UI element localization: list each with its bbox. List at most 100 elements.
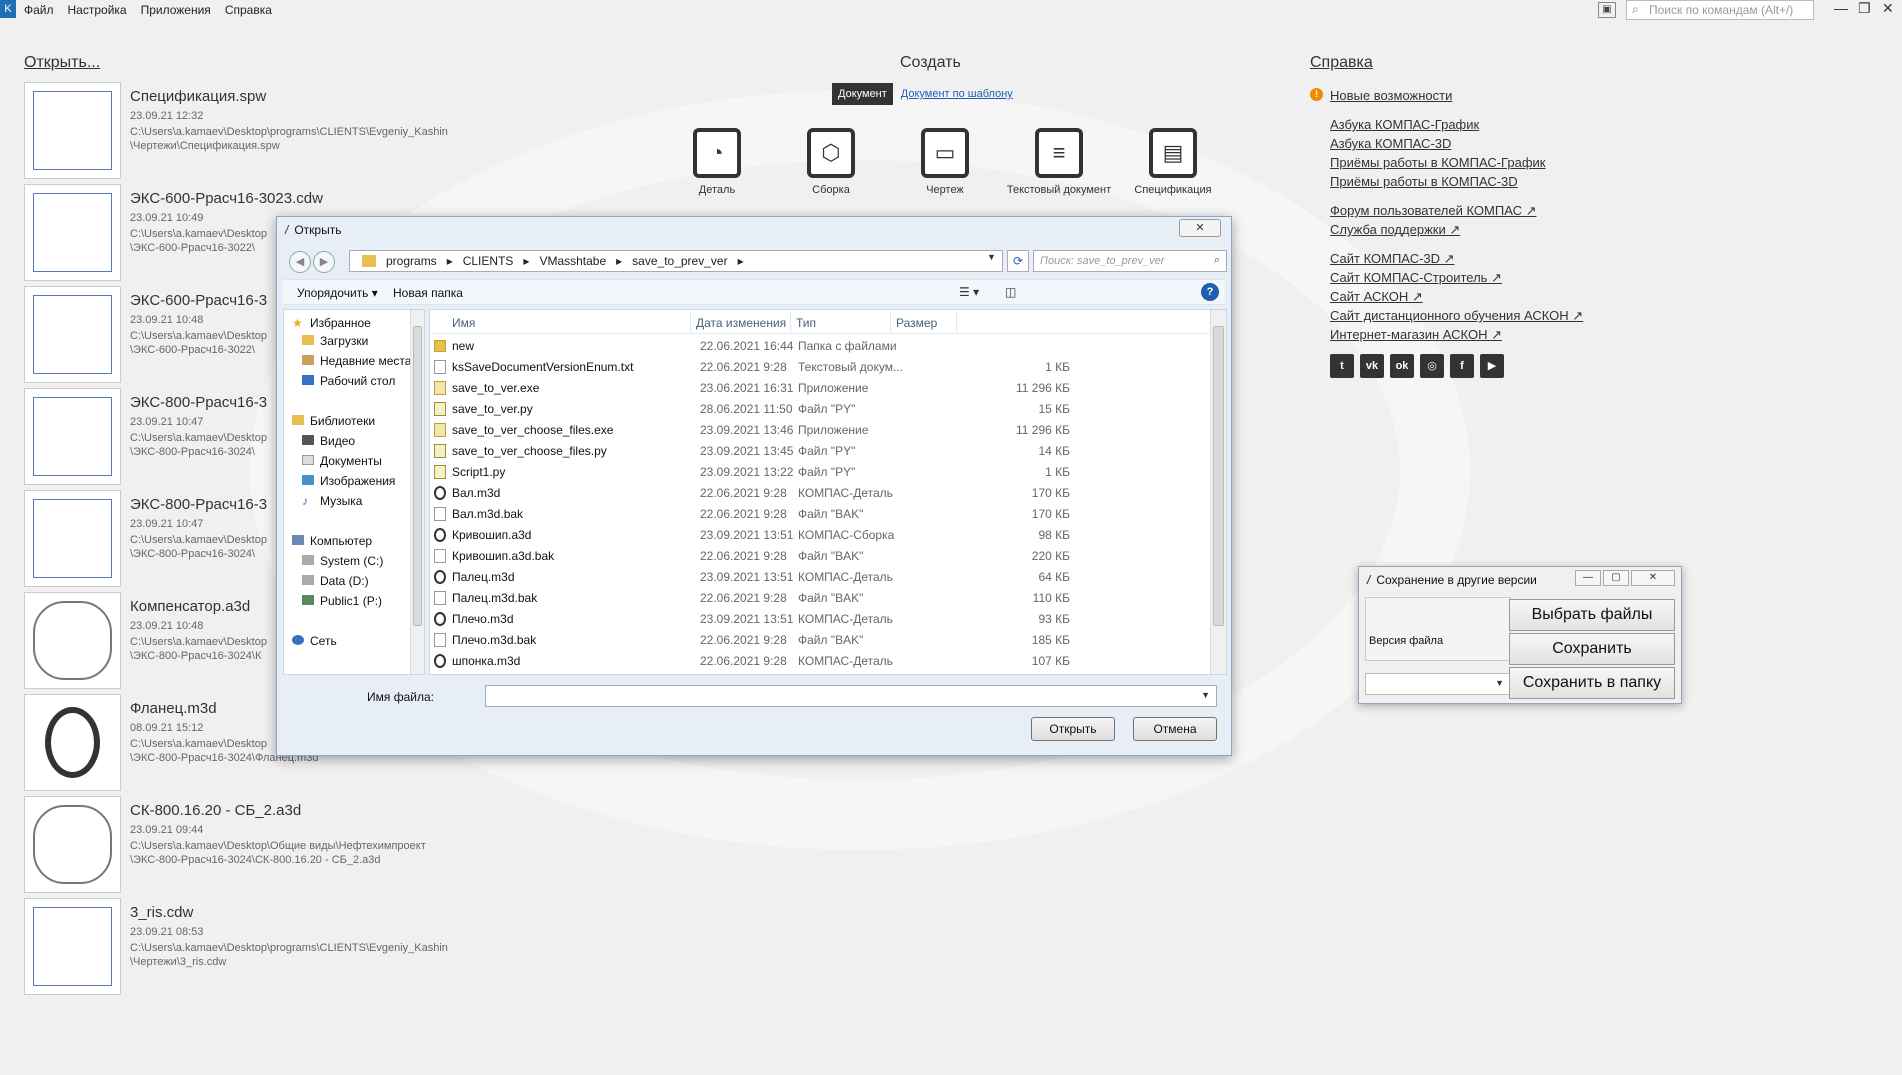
- file-row[interactable]: Вал.m3d 22.06.2021 9:28 КОМПАС-Деталь 170 К…: [430, 483, 1210, 504]
- help-link[interactable]: Азбука КОМПАС-3D: [1330, 134, 1583, 153]
- create-part-button[interactable]: ◔ Деталь: [660, 128, 774, 196]
- minimize-icon[interactable]: —: [1575, 570, 1601, 586]
- file-list-scrollbar[interactable]: [1210, 310, 1226, 674]
- tree-item-music[interactable]: ♪ Музыка: [302, 494, 362, 508]
- breadcrumb-item[interactable]: save_to_prev_ver: [632, 254, 727, 271]
- tree-item-libraries[interactable]: Библиотеки: [292, 414, 375, 428]
- save-button[interactable]: Сохранить: [1509, 633, 1675, 665]
- help-link[interactable]: Сайт АСКОН ↗: [1330, 287, 1583, 306]
- screenshot-icon[interactable]: ▣: [1598, 2, 1616, 18]
- menu-applications[interactable]: Приложения: [141, 3, 211, 17]
- recent-file-item[interactable]: 3_ris.cdw 23.09.21 08:53 C:\Users\a.kama…: [24, 898, 464, 1000]
- tree-scrollbar[interactable]: [410, 310, 424, 674]
- close-icon[interactable]: ✕: [1882, 0, 1894, 17]
- chevron-down-icon[interactable]: ▼: [1201, 690, 1210, 700]
- tree-scrollbar-thumb[interactable]: [413, 326, 422, 626]
- file-row[interactable]: Кривошип.a3d.bak 22.06.2021 9:28 Файл "BAK…: [430, 546, 1210, 567]
- file-row[interactable]: шпонка.m3d 22.06.2021 9:28 КОМПАС-Деталь 10…: [430, 651, 1210, 672]
- help-link[interactable]: Интернет-магазин АСКОН ↗: [1330, 325, 1583, 344]
- organize-button[interactable]: Упорядочить ▾: [297, 286, 378, 300]
- menu-settings[interactable]: Настройка: [68, 3, 127, 17]
- file-row[interactable]: save_to_ver_choose_files.py 23.09.2021 13…: [430, 441, 1210, 462]
- help-link[interactable]: Приёмы работы в КОМПАС-График: [1330, 153, 1583, 172]
- file-row[interactable]: Плечо.m3d 23.09.2021 13:51 КОМПАС-Деталь 93…: [430, 609, 1210, 630]
- address-bar[interactable]: programs ▸ CLIENTS ▸ VMasshtabe ▸ save_to_p…: [349, 250, 1003, 272]
- help-link[interactable]: Сайт КОМПАС-3D ↗: [1330, 249, 1583, 268]
- help-section-title[interactable]: Справка: [1310, 54, 1373, 72]
- file-row[interactable]: save_to_ver.exe 23.06.2021 16:31 Приложени…: [430, 378, 1210, 399]
- file-row[interactable]: Script1.py 23.09.2021 13:22 Файл "PY" 1 КБ: [430, 462, 1210, 483]
- tree-item-network[interactable]: Сеть: [292, 634, 337, 648]
- help-link[interactable]: Азбука КОМПАС-График: [1330, 115, 1583, 134]
- column-type[interactable]: Тип: [796, 316, 816, 330]
- tab-document[interactable]: Документ: [832, 83, 893, 105]
- help-icon[interactable]: ?: [1201, 283, 1219, 301]
- tree-item-drive-d[interactable]: Data (D:): [302, 574, 369, 588]
- whats-new-link[interactable]: Новые возможности: [1330, 86, 1583, 105]
- tree-item-documents[interactable]: Документы: [302, 454, 382, 468]
- recent-file-item[interactable]: Спецификация.spw 23.09.21 12:32 C:\Users…: [24, 82, 464, 184]
- address-dropdown-icon[interactable]: ▼: [987, 252, 996, 262]
- tree-item-desktop[interactable]: Рабочий стол: [302, 374, 395, 388]
- chevron-down-icon[interactable]: ▼: [1495, 678, 1504, 688]
- version-select[interactable]: ▼: [1365, 673, 1511, 695]
- facebook-icon[interactable]: f: [1450, 354, 1474, 378]
- command-search-input[interactable]: ⌕ Поиск по командам (Alt+/): [1626, 0, 1814, 20]
- breadcrumb-item[interactable]: VMasshtabe: [539, 254, 606, 271]
- file-row[interactable]: ksSaveDocumentVersionEnum.txt 22.06.2021 …: [430, 357, 1210, 378]
- tab-document-from-template[interactable]: Документ по шаблону: [901, 88, 1013, 100]
- file-row[interactable]: Плечо.m3d.bak 22.06.2021 9:28 Файл "BAK" 18…: [430, 630, 1210, 651]
- create-drawing-button[interactable]: ▭ Чертеж: [888, 128, 1002, 196]
- folder-search-input[interactable]: Поиск: save_to_prev_ver ⌕: [1033, 250, 1227, 272]
- file-row[interactable]: Палец.m3d.bak 22.06.2021 9:28 Файл "BAK" 11…: [430, 588, 1210, 609]
- file-row[interactable]: save_to_ver_choose_files.exe 23.09.2021 1…: [430, 420, 1210, 441]
- save-to-folder-button[interactable]: Сохранить в папку: [1509, 667, 1675, 699]
- minimize-icon[interactable]: —: [1834, 0, 1848, 16]
- file-row[interactable]: Кривошип.a3d 23.09.2021 13:51 КОМПАС-Сборк…: [430, 525, 1210, 546]
- file-row[interactable]: Палец.m3d 23.09.2021 13:51 КОМПАС-Деталь 64…: [430, 567, 1210, 588]
- column-size[interactable]: Размер: [896, 316, 937, 330]
- help-link[interactable]: Сайт КОМПАС-Строитель ↗: [1330, 268, 1583, 287]
- dialog-close-button[interactable]: ✕: [1179, 219, 1221, 237]
- file-list-scrollbar-thumb[interactable]: [1213, 326, 1224, 626]
- column-name[interactable]: Имя: [452, 316, 475, 330]
- recent-file-item[interactable]: СК-800.16.20 - СБ_2.a3d 23.09.21 09:44 C…: [24, 796, 464, 898]
- cancel-button[interactable]: Отмена: [1133, 717, 1217, 741]
- preview-pane-icon[interactable]: ◫: [1005, 285, 1016, 299]
- odnoklassniki-icon[interactable]: ok: [1390, 354, 1414, 378]
- instagram-icon[interactable]: ◎: [1420, 354, 1444, 378]
- breadcrumb-item[interactable]: CLIENTS: [463, 254, 514, 271]
- open-section-title[interactable]: Открыть...: [24, 54, 100, 72]
- file-row[interactable]: Вал.m3d.bak 22.06.2021 9:28 Файл "BAK" 170 …: [430, 504, 1210, 525]
- menu-help[interactable]: Справка: [225, 3, 272, 17]
- create-specification-button[interactable]: ▤ Спецификация: [1116, 128, 1230, 196]
- file-row[interactable]: new 22.06.2021 16:44 Папка с файлами: [430, 336, 1210, 357]
- back-arrow-icon[interactable]: ◀: [289, 251, 311, 273]
- tree-item-computer[interactable]: Компьютер: [292, 534, 372, 548]
- breadcrumb-item[interactable]: programs: [386, 254, 437, 271]
- twitter-icon[interactable]: t: [1330, 354, 1354, 378]
- file-row[interactable]: save_to_ver.py 28.06.2021 11:50 Файл "PY" 1…: [430, 399, 1210, 420]
- help-link[interactable]: Форум пользователей КОМПАС ↗: [1330, 201, 1583, 220]
- view-options-icon[interactable]: ☰ ▾: [959, 285, 979, 299]
- new-folder-button[interactable]: Новая папка: [393, 286, 463, 300]
- app-logo-icon[interactable]: K: [0, 0, 16, 18]
- tree-item-drive-p[interactable]: Public1 (P:): [302, 594, 382, 608]
- create-assembly-button[interactable]: ⬡ Сборка: [774, 128, 888, 196]
- help-link[interactable]: Сайт дистанционного обучения АСКОН ↗: [1330, 306, 1583, 325]
- youtube-icon[interactable]: ▶: [1480, 354, 1504, 378]
- forward-arrow-icon[interactable]: ▶: [313, 251, 335, 273]
- close-icon[interactable]: ✕: [1631, 570, 1675, 586]
- tree-item-drive-c[interactable]: System (C:): [302, 554, 383, 568]
- create-text-document-button[interactable]: ≡ Текстовый документ: [1002, 128, 1116, 196]
- restore-icon[interactable]: ❐: [1858, 0, 1871, 17]
- refresh-icon[interactable]: ⟳: [1007, 250, 1029, 272]
- maximize-icon[interactable]: ▢: [1603, 570, 1629, 586]
- menu-file[interactable]: Файл: [24, 3, 54, 17]
- open-button[interactable]: Открыть: [1031, 717, 1115, 741]
- tree-item-images[interactable]: Изображения: [302, 474, 395, 488]
- tree-item-video[interactable]: Видео: [302, 434, 355, 448]
- tree-item-favorites[interactable]: ★ Избранное: [292, 316, 371, 330]
- filename-input[interactable]: ▼: [485, 685, 1217, 707]
- help-link[interactable]: Служба поддержки ↗: [1330, 220, 1583, 239]
